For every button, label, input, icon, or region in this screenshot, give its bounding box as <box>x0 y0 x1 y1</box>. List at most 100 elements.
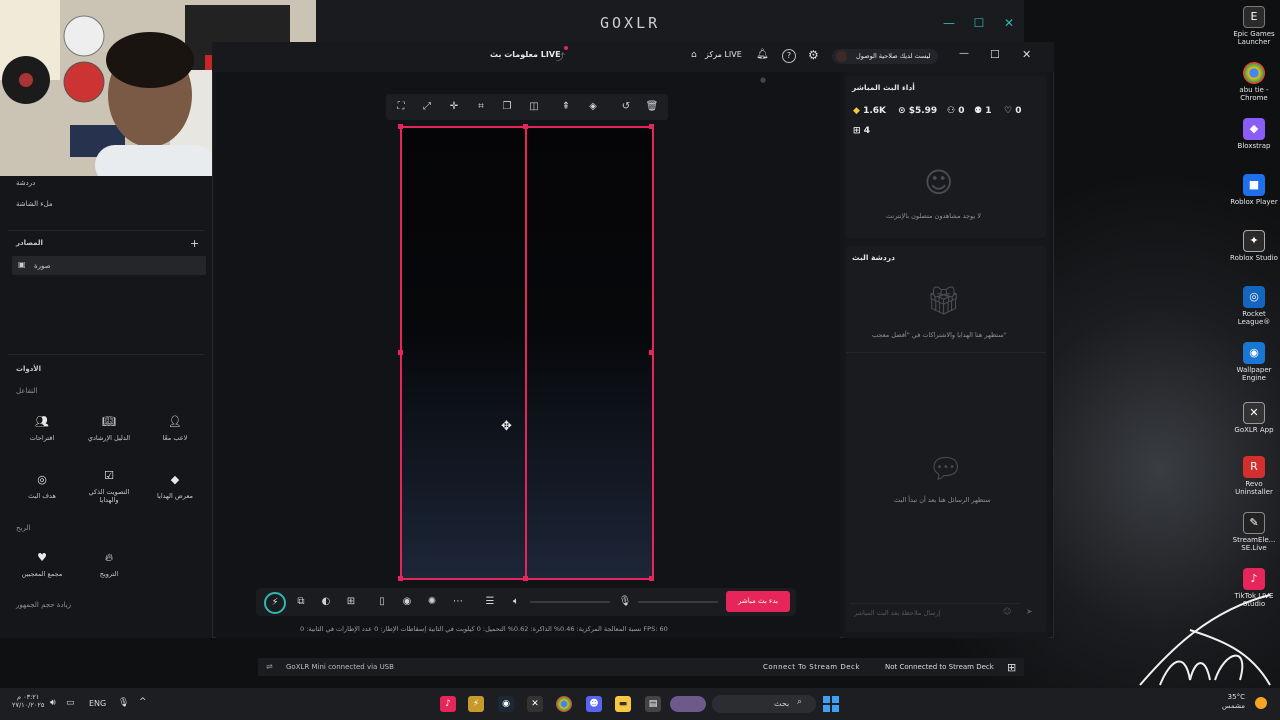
scene-item-fullscreen[interactable]: ملء الشاشة <box>16 200 53 208</box>
settings-gear-icon[interactable]: ⚙ <box>808 48 819 62</box>
stream-preview[interactable] <box>400 126 654 580</box>
goxlr-maximize-icon[interactable]: ☐ <box>972 16 986 30</box>
taskbar-goxlr-icon[interactable]: ⚡︎ <box>468 696 484 712</box>
tool-promote[interactable]: 🔥︎ الترويج <box>79 552 139 578</box>
resize-handle-tm[interactable] <box>523 124 528 129</box>
desktop-icon-roblox-studio[interactable]: ✦ Roblox Studio <box>1228 230 1280 262</box>
divider <box>8 230 204 231</box>
mic-tray-icon[interactable]: 🎙︎ <box>118 698 129 708</box>
desktop-icon-rocket-league[interactable]: ◎ Rocket League® <box>1228 286 1280 326</box>
audio-mixer-icon[interactable]: ☰ <box>483 595 497 609</box>
window-minimize-icon[interactable]: — <box>959 48 969 59</box>
resize-handle-br[interactable] <box>649 576 654 581</box>
emoji-icon[interactable]: ☺ <box>1003 607 1011 616</box>
desktop-icon-goxlr[interactable]: ✕ GoXLR App <box>1228 402 1280 434</box>
tool-guide[interactable]: 📖︎ الدليل الإرشادي <box>79 416 139 442</box>
network-icon[interactable]: ▭ <box>66 698 75 708</box>
effects-icon[interactable]: ✺ <box>425 595 439 609</box>
window-close-icon[interactable]: ✕ <box>1022 48 1031 61</box>
tool-play-together[interactable]: 👤︎ لاعب معًا <box>145 416 205 442</box>
clock[interactable]: ٠٣:٢١ م ٢٧/١٠/٢٠٢٥ <box>12 693 44 709</box>
go-live-button[interactable]: بدء بث مباشر <box>726 591 790 612</box>
desktop-icon-epic[interactable]: E Epic Games Launcher <box>1228 6 1280 46</box>
volume-icon[interactable]: 🔊︎ <box>50 698 56 708</box>
copy-icon[interactable]: ❐ <box>500 100 514 114</box>
taskbar-steam-icon[interactable]: ◉ <box>498 696 514 712</box>
taskbar-app-icon[interactable]: ▤ <box>645 696 661 712</box>
taskbar-chrome-icon[interactable] <box>556 696 572 712</box>
resize-handle-tr[interactable] <box>649 124 654 129</box>
weather-widget[interactable]: 35°C مشمس <box>1222 693 1245 711</box>
resize-handle-bl[interactable] <box>398 576 403 581</box>
resize-handle-mr[interactable] <box>649 350 654 355</box>
tool-suggestions[interactable]: 👥︎ اقتراحات <box>12 416 72 442</box>
center-icon[interactable]: ✛ <box>447 100 461 114</box>
desktop-icon-roblox-player[interactable]: ■ Roblox Player <box>1228 174 1280 206</box>
add-media-icon[interactable]: ⊞ <box>344 595 358 609</box>
windows-taskbar <box>0 688 1280 720</box>
tray-chevron-up-icon[interactable]: ^ <box>139 697 147 707</box>
tool-fan-club[interactable]: ♥ مجمع المعجبين <box>12 552 72 578</box>
flip-horizontal-icon[interactable]: ◫ <box>527 100 541 114</box>
screen-share-icon[interactable]: ⧉ <box>294 595 308 609</box>
taskbar-discord-icon[interactable]: ☻ <box>586 696 602 712</box>
scene-item-chat[interactable]: دردشة <box>16 179 35 187</box>
grid-icon[interactable]: ⊞ <box>1007 661 1016 674</box>
new-followers-icon: ⚉ <box>974 106 983 116</box>
tool-stream-goal[interactable]: ◎ هدف البث <box>12 474 72 500</box>
live-info-title[interactable]: معلومات بث LIVE <box>490 50 561 59</box>
language-indicator[interactable]: ENG <box>89 699 106 708</box>
mic-volume-slider[interactable] <box>638 601 718 603</box>
send-icon[interactable]: ➤ <box>1026 607 1033 616</box>
expand-icon[interactable]: ⤢ <box>420 100 434 114</box>
crop-icon[interactable]: ⌗ <box>474 100 488 114</box>
windows-start-icon[interactable] <box>823 696 839 712</box>
rotate-icon[interactable]: ↺ <box>619 100 633 114</box>
clock-time: ٠٣:٢١ م <box>17 693 40 701</box>
desktop-icon-wallpaper-engine[interactable]: ◉ Wallpaper Engine <box>1228 342 1280 382</box>
resize-handle-bm[interactable] <box>523 576 528 581</box>
tool-gift-gallery[interactable]: ◆ معرض الهدايا <box>145 474 205 500</box>
record-icon[interactable]: ◉ <box>400 595 414 609</box>
vote-icon: ☑ <box>104 469 114 482</box>
goxlr-minimize-icon[interactable]: — <box>942 16 956 30</box>
chat-input[interactable]: إرسال ملاحظة بعد البث المباشر <box>850 603 1020 621</box>
divider <box>846 352 1046 353</box>
likes-icon: ♡ <box>1004 106 1013 116</box>
tool-smart-vote[interactable]: ☑ التصويت الذكي والهدايا <box>79 469 139 504</box>
speaker-volume-slider[interactable] <box>530 601 610 603</box>
add-source-icon[interactable]: + <box>190 237 199 250</box>
taskbar-tiktok-icon[interactable]: ♪ <box>440 696 456 712</box>
goxlr-close-icon[interactable]: ✕ <box>1002 16 1016 30</box>
stat-likes: ♡ 0 <box>1004 106 1022 116</box>
more-options-icon[interactable]: ⋯ <box>451 595 465 609</box>
speaker-icon[interactable]: 🔈︎ <box>509 595 523 609</box>
microphone-icon[interactable]: 🎙︎ <box>618 595 632 609</box>
taskbar-folder-icon[interactable]: ▬ <box>615 696 631 712</box>
help-icon[interactable]: ? <box>782 49 796 63</box>
window-maximize-icon[interactable]: ☐ <box>990 48 1000 61</box>
delete-icon[interactable]: 🗑︎ <box>645 100 659 114</box>
usb-icon: ⇌ <box>266 662 273 671</box>
desktop-icon-revo[interactable]: R Revo Uninstaller <box>1228 456 1280 496</box>
bell-icon[interactable]: 🔔︎ <box>756 49 769 60</box>
desktop-icon-chrome[interactable]: abu tie - Chrome <box>1228 62 1280 102</box>
connect-stream-deck-button[interactable]: Connect To Stream Deck <box>763 663 860 671</box>
source-item-label: صورة <box>34 262 51 270</box>
weather-text: مشمس <box>1222 702 1245 710</box>
bring-forward-icon[interactable]: ⇞ <box>559 100 573 114</box>
camera-effects-icon[interactable]: ◐ <box>319 595 333 609</box>
epic-games-icon: E <box>1243 6 1265 28</box>
resize-handle-ml[interactable] <box>398 350 403 355</box>
taskbar-xbox-icon[interactable]: ✕ <box>527 696 543 712</box>
resize-handle-tl[interactable] <box>398 124 403 129</box>
wallpaper-engine-icon: ◉ <box>1243 342 1265 364</box>
desktop-icon-streamelements[interactable]: ✎ StreamEle... SE.Live <box>1228 512 1280 552</box>
desktop-icon-bloxstrap[interactable]: ◆ Bloxstrap <box>1228 118 1280 150</box>
layers-icon[interactable]: ◈ <box>586 100 600 114</box>
share-icon[interactable]: ⤴ <box>556 50 565 63</box>
mobile-icon[interactable]: ▯ <box>375 595 389 609</box>
live-center-link[interactable]: مركز LIVE <box>705 50 742 59</box>
fit-icon[interactable]: ⛶ <box>394 100 408 114</box>
magic-wand-icon[interactable]: ⚡︎ <box>264 592 286 614</box>
